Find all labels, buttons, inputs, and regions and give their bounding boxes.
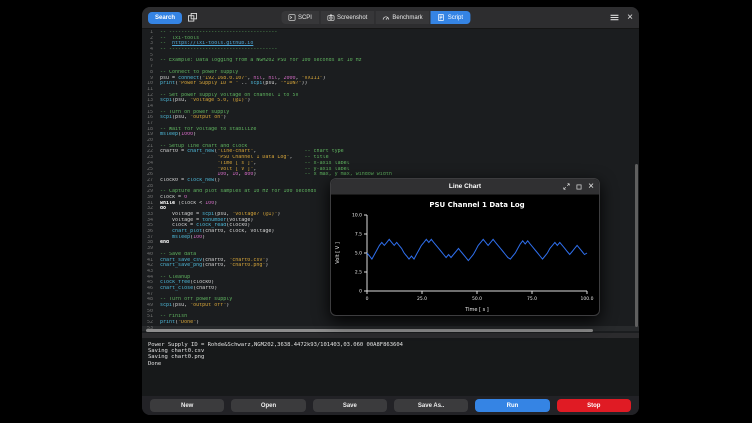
run-button[interactable]: Run <box>475 399 549 412</box>
x-tick-label: 0 <box>366 296 369 302</box>
x-tick-label: 100.0 <box>581 296 594 302</box>
tab-label: Script <box>448 15 463 21</box>
header-bar: Search SCPI Screenshot <box>142 7 639 29</box>
speedometer-icon <box>382 14 389 21</box>
footer-toolbar: New Open Save Save As.. Run Stop <box>142 396 639 415</box>
tab-label: Benchmark <box>392 15 422 21</box>
x-tick-label: 75.0 <box>527 296 537 302</box>
lxi-gui-window: Search SCPI Screenshot <box>142 7 639 415</box>
x-axis-label: Time [ s ] <box>464 307 489 313</box>
y-tick-label: 2.5 <box>355 270 362 276</box>
code-text: scpi(psu, "voltage 5.0, (@1)") <box>155 98 250 104</box>
save-button[interactable]: Save <box>313 399 387 412</box>
horizontal-scrollbar-thumb[interactable] <box>146 329 593 332</box>
stop-button[interactable]: Stop <box>557 399 631 412</box>
fullscreen-icon[interactable] <box>563 183 570 190</box>
code-text: print("Power Supply ID = " .. scpi(psu, … <box>155 81 308 87</box>
tab-benchmark[interactable]: Benchmark <box>375 11 430 24</box>
code-text: -- Example: Data logging from a NGM202 P… <box>155 58 362 64</box>
code-text: -- ------------------------------------ <box>155 47 277 53</box>
y-tick-label: 10.0 <box>352 213 362 219</box>
mode-tabs: SCPI Screenshot Benchmark Script <box>281 11 470 24</box>
code-text: msleep(1000) <box>155 132 196 138</box>
vertical-scrollbar-thumb[interactable] <box>635 164 638 327</box>
x-tick-label: 25.0 <box>417 296 427 302</box>
horizontal-scrollbar[interactable] <box>146 329 627 332</box>
chart-window-titlebar[interactable]: Line Chart × <box>331 179 599 195</box>
chart-window-title: Line Chart <box>449 183 481 190</box>
code-text: scpi(psu, "output on") <box>155 115 226 121</box>
y-axis-label: Volt [ V ] <box>335 242 341 264</box>
open-button[interactable]: Open <box>231 399 305 412</box>
voltage-series-line <box>367 239 587 260</box>
menu-icon[interactable] <box>610 14 619 21</box>
code-text: clock0 = clock_new() <box>155 178 220 184</box>
maximize-icon[interactable] <box>576 184 582 190</box>
chart-close-icon[interactable]: × <box>588 182 594 192</box>
window-close-icon[interactable]: × <box>627 13 633 23</box>
chart-title: PSU Channel 1 Data Log <box>429 201 524 209</box>
y-tick-label: 5.0 <box>355 251 362 257</box>
header-right-controls: × <box>610 13 633 23</box>
console-line: Done <box>148 361 633 367</box>
tab-label: SCPI <box>298 15 312 21</box>
console-output: Power Supply ID = Rohde&Schwarz,NGM202,3… <box>142 338 639 396</box>
code-text: print("Done") <box>155 320 199 326</box>
x-tick-label: 50.0 <box>472 296 482 302</box>
code-text: chart_close(chart0) <box>155 286 217 292</box>
panels-icon[interactable] <box>188 13 197 22</box>
vertical-scrollbar[interactable] <box>635 31 638 327</box>
tab-label: Screenshot <box>337 15 367 21</box>
line-chart-canvas: PSU Channel 1 Data Log 0 25.0 50.0 75.0 100.0… <box>331 195 599 315</box>
terminal-icon <box>288 14 295 21</box>
new-button[interactable]: New <box>150 399 224 412</box>
tab-scpi[interactable]: SCPI <box>281 11 320 24</box>
chart-window: Line Chart × PSU Channel 1 Data Log 0 25.0… <box>330 178 600 316</box>
tab-screenshot[interactable]: Screenshot <box>320 11 375 24</box>
y-tick-label: 7.5 <box>355 232 362 238</box>
tab-script[interactable]: Script <box>431 11 470 24</box>
chart-window-controls: × <box>563 179 594 194</box>
search-button[interactable]: Search <box>148 12 182 24</box>
code-text: chart_save_png(chart0, "chart0.png") <box>155 263 268 269</box>
code-text: scpi(psu, "output off") <box>155 303 229 309</box>
camera-icon <box>327 14 334 21</box>
save-as-button[interactable]: Save As.. <box>394 399 468 412</box>
y-tick-label: 0 <box>359 289 362 295</box>
script-icon <box>438 14 445 21</box>
